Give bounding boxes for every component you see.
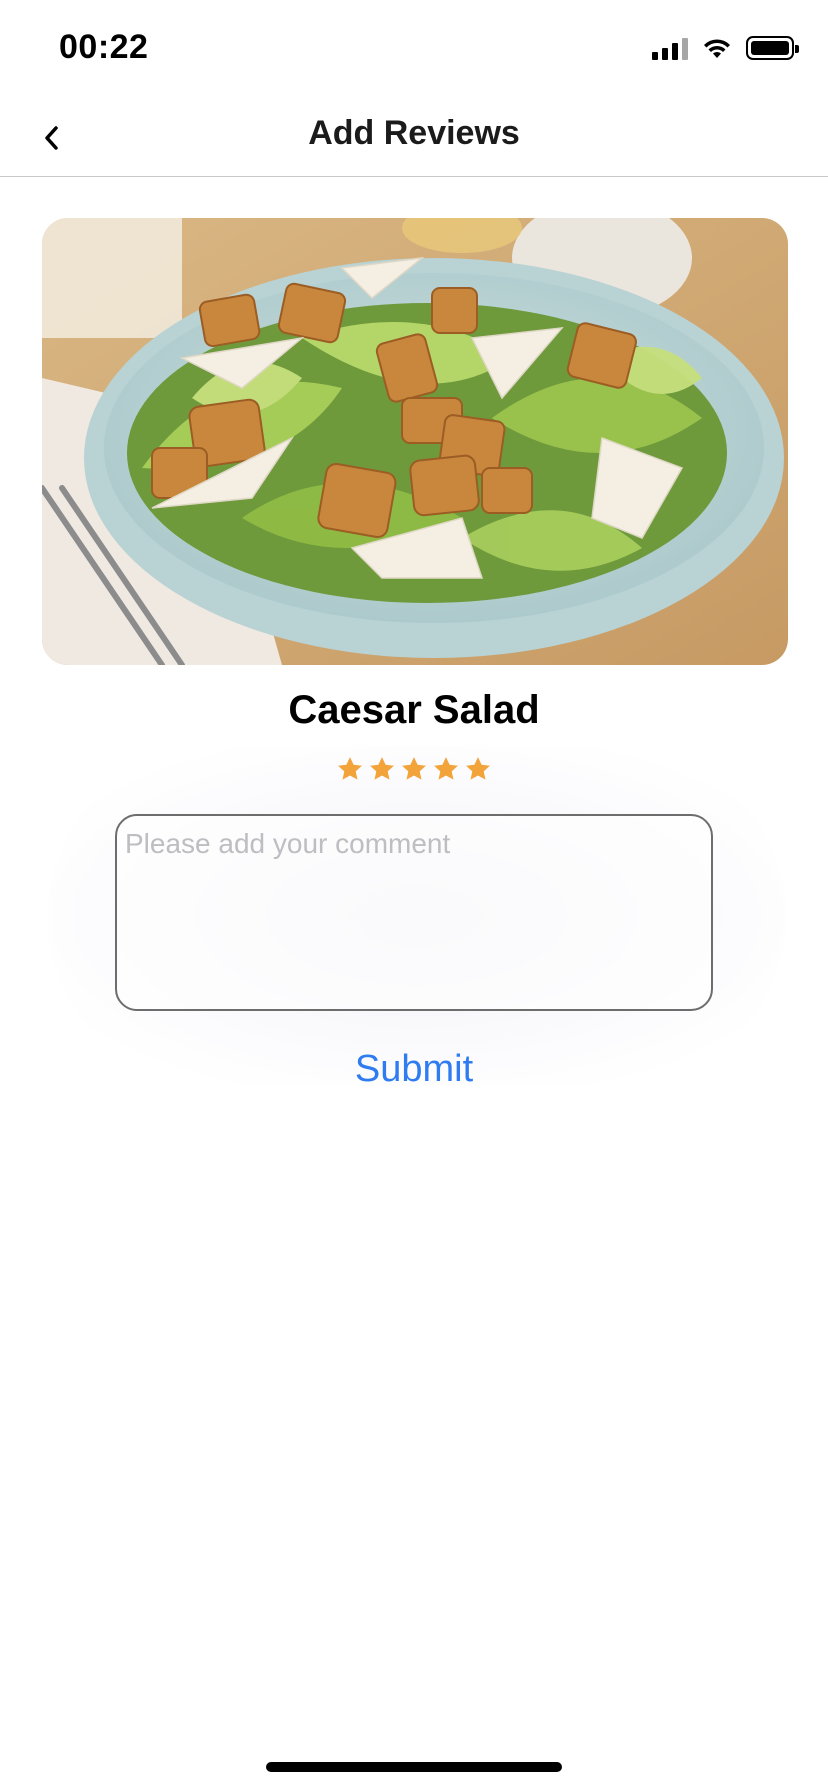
star-icon[interactable]	[400, 755, 428, 783]
star-icon[interactable]	[432, 755, 460, 783]
status-time: 00:22	[59, 28, 149, 66]
page-title: Add Reviews	[308, 114, 520, 152]
star-icon[interactable]	[464, 755, 492, 783]
cellular-signal-icon	[652, 36, 688, 60]
wifi-icon	[704, 39, 730, 58]
home-indicator	[266, 1762, 562, 1772]
navigation-bar: Add Reviews	[0, 96, 828, 177]
battery-icon	[746, 36, 799, 60]
dish-image	[42, 218, 788, 665]
star-icon[interactable]	[336, 755, 364, 783]
caesar-salad-illustration	[42, 218, 788, 665]
status-bar: 00:22	[0, 0, 828, 96]
comment-input[interactable]	[115, 814, 713, 1011]
submit-button[interactable]: Submit	[0, 1048, 828, 1091]
status-icons	[652, 36, 799, 60]
star-icon[interactable]	[368, 755, 396, 783]
star-rating[interactable]	[0, 755, 828, 783]
dish-name: Caesar Salad	[288, 688, 540, 732]
